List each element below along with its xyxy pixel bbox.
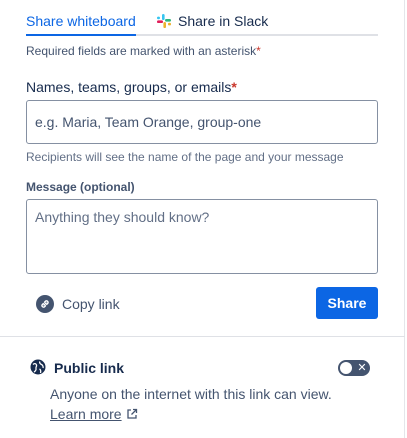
close-icon: ✕ <box>357 362 367 374</box>
tab-share-whiteboard[interactable]: Share whiteboard <box>26 12 136 36</box>
public-link-description: Anyone on the internet with this link ca… <box>50 384 340 424</box>
learn-more-label: Learn more <box>50 406 122 422</box>
names-required-asterisk: * <box>231 79 237 95</box>
share-button[interactable]: Share <box>316 287 378 319</box>
tab-share-whiteboard-label: Share whiteboard <box>26 13 136 29</box>
message-field-label: Message (optional) <box>26 180 135 194</box>
recipients-helper-text: Recipients will see the name of the page… <box>26 150 344 164</box>
recipients-input[interactable] <box>26 100 378 144</box>
names-field-label-text: Names, teams, groups, or emails <box>26 79 232 95</box>
external-link-icon <box>126 408 137 419</box>
link-icon <box>36 295 54 313</box>
public-link-description-text: Anyone on the internet with this link ca… <box>50 386 332 402</box>
tab-share-in-slack-label: Share in Slack <box>178 13 269 29</box>
globe-icon <box>30 359 46 375</box>
public-link-section: Public link Anyone on the internet with … <box>0 337 405 438</box>
slack-icon <box>157 14 171 28</box>
copy-link-label: Copy link <box>62 296 120 312</box>
tab-share-in-slack[interactable]: Share in Slack <box>156 12 268 30</box>
share-panel: Share whiteboard Share in Slack Required… <box>0 0 405 438</box>
public-link-title: Public link <box>54 360 125 376</box>
required-asterisk: * <box>256 44 261 58</box>
share-tabs: Share whiteboard Share in Slack <box>26 0 378 36</box>
public-link-toggle[interactable]: ✕ <box>338 360 370 376</box>
names-field-label: Names, teams, groups, or emails* <box>26 79 237 95</box>
toggle-knob <box>340 362 352 374</box>
learn-more-link[interactable]: Learn more <box>50 406 122 422</box>
required-fields-note-text: Required fields are marked with an aster… <box>26 44 257 58</box>
message-textarea[interactable] <box>26 199 378 274</box>
copy-link-button[interactable]: Copy link <box>36 293 120 315</box>
required-fields-note: Required fields are marked with an aster… <box>26 44 261 58</box>
